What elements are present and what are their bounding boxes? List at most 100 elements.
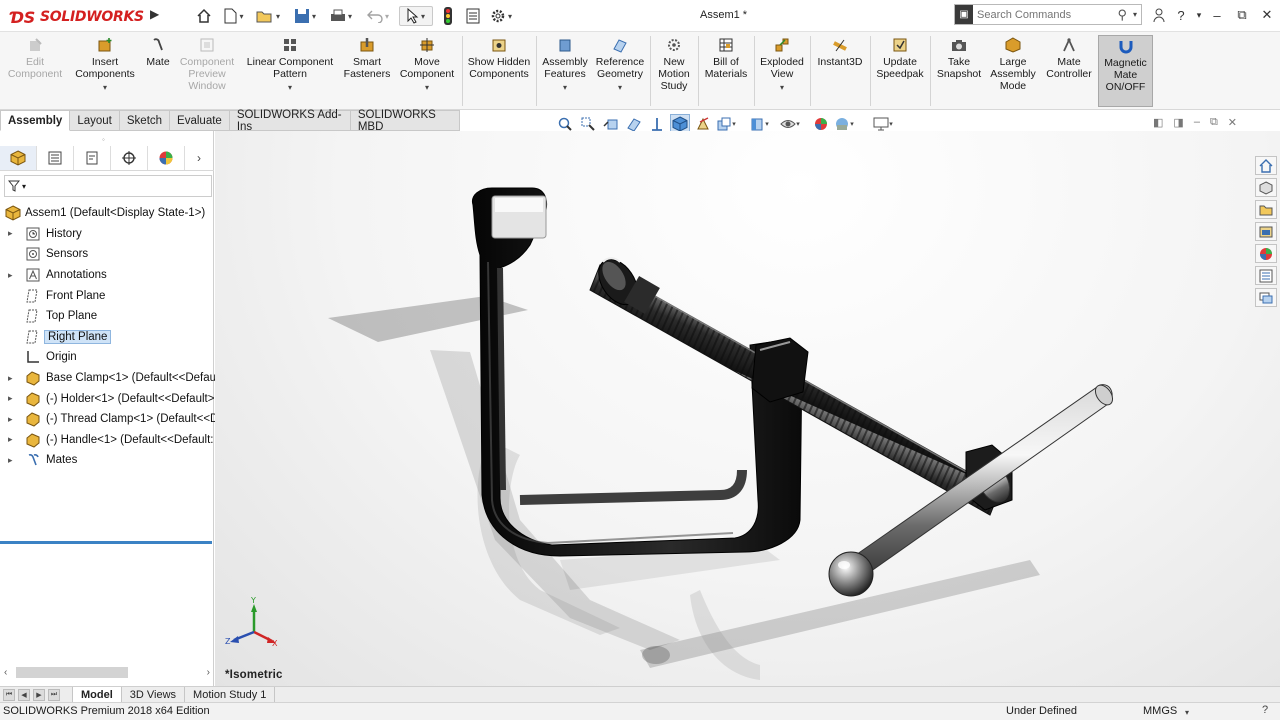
- solidworks-logo[interactable]: ƊS SOLIDWORKS: [10, 6, 144, 28]
- task-pane-design-library[interactable]: [1255, 200, 1277, 219]
- undo-button[interactable]: ▾: [363, 6, 393, 26]
- new-motion-study-button[interactable]: New Motion Study: [654, 36, 694, 92]
- task-pane-appearances[interactable]: [1255, 244, 1277, 263]
- last-tab-icon[interactable]: ⏭: [48, 688, 60, 701]
- tab-evaluate[interactable]: Evaluate: [170, 110, 230, 131]
- expand-panel-icon[interactable]: ◨: [1173, 116, 1183, 129]
- chevron-right-icon[interactable]: ▸: [8, 270, 13, 281]
- tree-item-right-plane[interactable]: Right Plane: [0, 327, 214, 348]
- exploded-view-button[interactable]: Exploded View ▾: [758, 36, 806, 94]
- tab-display-manager[interactable]: [148, 145, 185, 170]
- task-pane-custom-properties[interactable]: [1255, 266, 1277, 285]
- bill-of-materials-button[interactable]: Bill of Materials: [702, 36, 750, 80]
- new-document-button[interactable]: ▾: [220, 6, 248, 26]
- show-hidden-button[interactable]: Show Hidden Components: [466, 36, 532, 80]
- tab-layout[interactable]: Layout: [70, 110, 120, 131]
- move-component-button[interactable]: Move Component ▾: [396, 36, 458, 94]
- next-tab-icon[interactable]: ▶: [33, 688, 45, 701]
- instant3d-button[interactable]: Instant3D: [814, 36, 866, 68]
- chevron-right-icon[interactable]: ▸: [8, 455, 13, 466]
- mate-controller-button[interactable]: Mate Controller: [1042, 36, 1096, 80]
- assembly-features-button[interactable]: Assembly Features ▾: [540, 36, 590, 94]
- search-dropdown-icon[interactable]: ▾: [1133, 10, 1137, 19]
- tab-mbd[interactable]: SOLIDWORKS MBD: [350, 109, 460, 133]
- prev-tab-icon[interactable]: ◀: [18, 688, 30, 701]
- tab-motion-study-1[interactable]: Motion Study 1: [185, 687, 276, 702]
- status-help-icon[interactable]: ?: [1262, 704, 1268, 716]
- tab-3d-views[interactable]: 3D Views: [122, 687, 186, 702]
- tree-item-base-clamp[interactable]: ▸ Base Clamp<1> (Default<<Defau: [0, 368, 216, 389]
- tab-sketch[interactable]: Sketch: [119, 110, 171, 131]
- tree-filter[interactable]: ▾: [4, 175, 212, 197]
- linear-pattern-button[interactable]: Linear Component Pattern ▾: [242, 36, 338, 94]
- restore-doc-icon[interactable]: ⧉: [1210, 116, 1218, 129]
- options-button[interactable]: ▾: [486, 6, 516, 26]
- reference-geometry-button[interactable]: Reference Geometry ▾: [594, 36, 646, 94]
- tab-configuration-manager[interactable]: [74, 145, 111, 170]
- tree-item-annotations[interactable]: ▸ Annotations: [0, 265, 214, 286]
- tree-item-thread-clamp[interactable]: ▸ (-) Thread Clamp<1> (Default<<D: [0, 409, 218, 430]
- chevron-right-icon[interactable]: ▸: [8, 414, 13, 425]
- task-pane-file-explorer[interactable]: [1255, 222, 1277, 241]
- tree-item-front-plane[interactable]: Front Plane: [0, 285, 214, 306]
- chevron-right-icon[interactable]: ▸: [8, 434, 13, 445]
- save-button[interactable]: ▾: [290, 6, 320, 26]
- print-button[interactable]: ▾: [326, 6, 356, 26]
- large-assembly-mode-button[interactable]: Large Assembly Mode: [988, 36, 1038, 92]
- horizontal-scrollbar[interactable]: ‹ ›: [0, 665, 214, 679]
- collapse-panel-icon[interactable]: ◧: [1153, 116, 1163, 129]
- tree-root-assembly[interactable]: Assem1 (Default<Display State-1>): [0, 203, 214, 224]
- tab-property-manager[interactable]: [37, 145, 74, 170]
- chevron-down-icon[interactable]: ▾: [1185, 708, 1189, 717]
- c-clamp-model[interactable]: Y X Z: [215, 131, 1280, 687]
- smart-fasteners-button[interactable]: Smart Fasteners: [341, 36, 393, 80]
- chevron-right-icon[interactable]: ▸: [8, 393, 13, 404]
- minimize-doc-icon[interactable]: –: [1194, 116, 1200, 129]
- open-button[interactable]: ▾: [253, 6, 283, 26]
- take-snapshot-button[interactable]: Take Snapshot: [934, 36, 984, 80]
- minimize-button[interactable]: –: [1206, 5, 1228, 25]
- tree-item-history[interactable]: ▸ History: [0, 224, 214, 245]
- expand-menu-icon[interactable]: ▶: [150, 7, 159, 21]
- search-commands[interactable]: ▣ ⚲ ▾: [954, 4, 1142, 25]
- mate-button[interactable]: Mate: [143, 36, 173, 68]
- task-pane-resources[interactable]: [1255, 178, 1277, 197]
- home-button[interactable]: [194, 6, 214, 26]
- scrollbar-thumb[interactable]: [16, 667, 128, 678]
- tab-assembly[interactable]: Assembly: [0, 110, 71, 131]
- task-pane-forum[interactable]: [1255, 288, 1277, 307]
- tab-dimxpert-manager[interactable]: [111, 145, 148, 170]
- task-pane-home[interactable]: [1255, 156, 1277, 175]
- panel-grip-icon[interactable]: ◦: [102, 135, 105, 144]
- tree-item-top-plane[interactable]: Top Plane: [0, 306, 214, 327]
- update-speedpak-button[interactable]: Update Speedpak: [874, 36, 926, 80]
- tab-feature-manager[interactable]: [0, 145, 37, 170]
- unit-system[interactable]: MMGS: [1143, 705, 1177, 717]
- scroll-right-icon[interactable]: ›: [207, 667, 210, 678]
- chevron-right-icon[interactable]: ▸: [8, 228, 13, 239]
- rollback-bar[interactable]: [0, 541, 212, 544]
- edit-component-button[interactable]: Edit Component: [6, 36, 64, 80]
- tree-item-origin[interactable]: Origin: [0, 347, 214, 368]
- component-preview-button[interactable]: Component Preview Window: [176, 36, 238, 92]
- scroll-left-icon[interactable]: ‹: [4, 667, 7, 678]
- tree-item-mates[interactable]: ▸ Mates: [0, 450, 214, 471]
- chevron-right-icon[interactable]: ▸: [8, 373, 13, 384]
- tree-item-handle[interactable]: ▸ (-) Handle<1> (Default<<Default:: [0, 430, 214, 451]
- tab-add-ins[interactable]: SOLIDWORKS Add-Ins: [229, 109, 351, 133]
- tab-model[interactable]: Model: [72, 687, 122, 702]
- file-properties-button[interactable]: [463, 6, 483, 26]
- insert-components-button[interactable]: Insert Components ▾: [70, 36, 140, 94]
- search-input[interactable]: [977, 8, 1107, 21]
- first-tab-icon[interactable]: ⏮: [3, 688, 15, 701]
- tree-item-sensors[interactable]: Sensors: [0, 244, 214, 265]
- magnetic-mate-button[interactable]: Magnetic Mate ON/OFF: [1098, 35, 1153, 107]
- close-doc-icon[interactable]: ✕: [1228, 116, 1237, 129]
- chevron-right-icon[interactable]: ›: [185, 151, 213, 165]
- select-button[interactable]: ▾: [399, 6, 433, 26]
- restore-button[interactable]: ⧉: [1231, 5, 1253, 25]
- magnifier-icon[interactable]: ⚲: [1117, 7, 1127, 23]
- graphics-area[interactable]: Y X Z: [215, 131, 1280, 687]
- close-button[interactable]: ✕: [1256, 5, 1278, 25]
- rebuild-button[interactable]: [441, 6, 455, 26]
